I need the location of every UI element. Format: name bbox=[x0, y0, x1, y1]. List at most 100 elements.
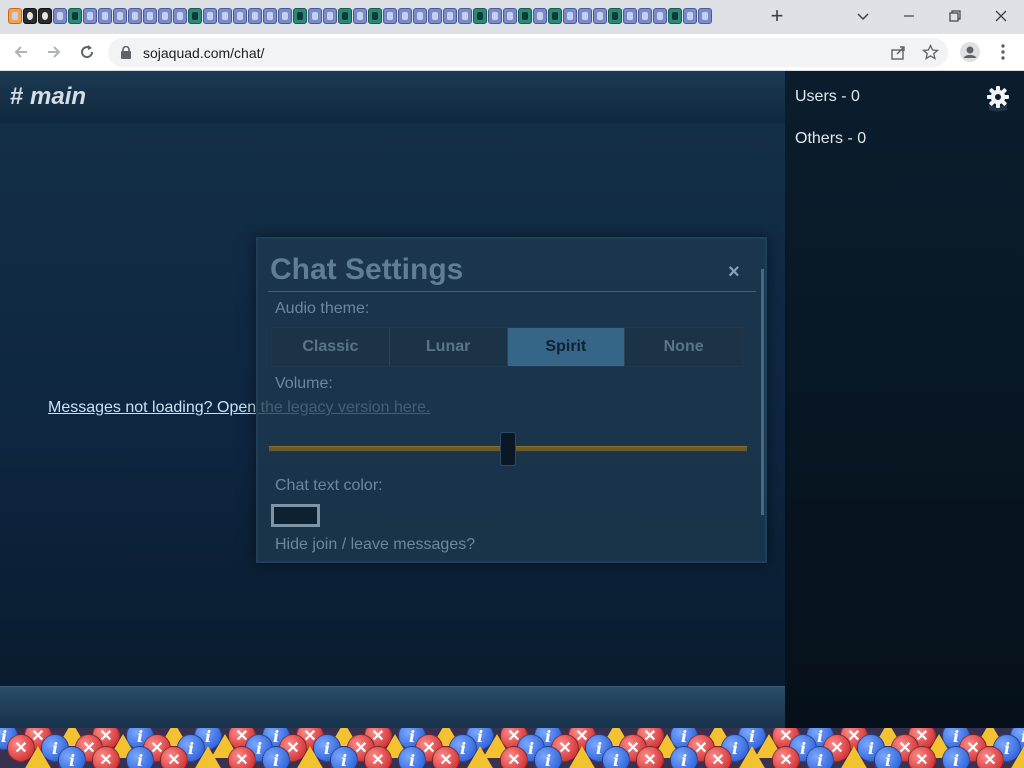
tab-favicon[interactable] bbox=[683, 8, 697, 24]
info-icon: i bbox=[806, 746, 834, 768]
address-bar[interactable]: sojaquad.com/chat/ bbox=[108, 38, 948, 67]
text-color-picker[interactable] bbox=[271, 504, 320, 527]
tab-favicon[interactable] bbox=[668, 8, 682, 24]
tab-favicon[interactable] bbox=[248, 8, 262, 24]
channel-name: main bbox=[30, 83, 87, 110]
tab-favicon[interactable] bbox=[8, 8, 22, 24]
info-icon: i bbox=[942, 746, 970, 768]
tab-favicon[interactable] bbox=[278, 8, 292, 24]
share-icon[interactable] bbox=[890, 44, 907, 61]
audio-theme-lunar[interactable]: Lunar bbox=[389, 328, 508, 366]
tab-favicon[interactable] bbox=[383, 8, 397, 24]
error-icon: ✕ bbox=[160, 746, 188, 768]
tab-favicon[interactable] bbox=[593, 8, 607, 24]
audio-theme-none[interactable]: None bbox=[625, 328, 742, 366]
tab-favicon[interactable] bbox=[368, 8, 382, 24]
tab-favicon[interactable] bbox=[218, 8, 232, 24]
back-button[interactable] bbox=[8, 39, 34, 65]
channel-title: # main bbox=[10, 83, 86, 111]
tab-favicon[interactable] bbox=[128, 8, 142, 24]
tab-favicon[interactable] bbox=[53, 8, 67, 24]
tab-favicon[interactable] bbox=[83, 8, 97, 24]
tab-favicon[interactable] bbox=[413, 8, 427, 24]
tab-favicon[interactable] bbox=[638, 8, 652, 24]
tab-favicon[interactable] bbox=[353, 8, 367, 24]
star-icon[interactable] bbox=[922, 44, 939, 61]
close-window-button[interactable] bbox=[978, 2, 1024, 30]
tab-favicon[interactable] bbox=[68, 8, 82, 24]
error-icon: ✕ bbox=[228, 746, 256, 768]
tab-favicon[interactable] bbox=[578, 8, 592, 24]
tab-favicon[interactable] bbox=[398, 8, 412, 24]
tab-favicon[interactable] bbox=[308, 8, 322, 24]
forward-icon bbox=[48, 46, 61, 58]
tab-favicon[interactable] bbox=[548, 8, 562, 24]
tab-favicon[interactable] bbox=[518, 8, 532, 24]
tab-favicon[interactable] bbox=[323, 8, 337, 24]
tab-favicon[interactable] bbox=[158, 8, 172, 24]
tab-favicon[interactable] bbox=[98, 8, 112, 24]
tab-favicon[interactable] bbox=[503, 8, 517, 24]
tab-favicon[interactable] bbox=[263, 8, 277, 24]
error-icon: ✕ bbox=[976, 746, 1004, 768]
error-icon: ✕ bbox=[704, 746, 732, 768]
users-count: Users - 0 bbox=[795, 88, 860, 105]
tab-favicon[interactable] bbox=[38, 8, 52, 24]
modal-scrollbar[interactable] bbox=[761, 269, 764, 515]
warning-icon bbox=[466, 746, 494, 768]
browser-toolbar: sojaquad.com/chat/ bbox=[0, 34, 1024, 71]
url-text[interactable]: sojaquad.com/chat/ bbox=[143, 45, 264, 61]
tab-favicon[interactable] bbox=[473, 8, 487, 24]
info-icon: i bbox=[670, 746, 698, 768]
tab-favicon[interactable] bbox=[488, 8, 502, 24]
tab-favicon-row[interactable] bbox=[8, 8, 728, 26]
reload-button[interactable] bbox=[74, 39, 100, 65]
tab-favicon[interactable] bbox=[203, 8, 217, 24]
tab-favicon[interactable] bbox=[188, 8, 202, 24]
browser-menu-button[interactable] bbox=[990, 39, 1016, 65]
volume-label: Volume: bbox=[275, 375, 333, 392]
tab-favicon[interactable] bbox=[428, 8, 442, 24]
restore-button[interactable] bbox=[932, 2, 978, 30]
user-list-sidebar: Users - 0 Others - 0 bbox=[785, 71, 1024, 728]
profile-icon bbox=[960, 42, 980, 62]
tab-favicon[interactable] bbox=[533, 8, 547, 24]
minimize-button[interactable] bbox=[886, 2, 932, 30]
menu-icon bbox=[1001, 44, 1005, 60]
modal-close-button[interactable]: × bbox=[728, 261, 740, 284]
profile-button[interactable] bbox=[957, 39, 983, 65]
info-icon: i bbox=[262, 746, 290, 768]
tab-favicon[interactable] bbox=[623, 8, 637, 24]
tab-search-button[interactable] bbox=[840, 2, 886, 30]
forward-button[interactable] bbox=[41, 39, 67, 65]
tab-favicon[interactable] bbox=[653, 8, 667, 24]
tab-favicon[interactable] bbox=[338, 8, 352, 24]
volume-slider-thumb[interactable] bbox=[500, 432, 516, 466]
tab-favicon[interactable] bbox=[173, 8, 187, 24]
tab-favicon[interactable] bbox=[23, 8, 37, 24]
gear-icon[interactable] bbox=[983, 83, 1013, 113]
chat-page: # main Messages not loading? Open the le… bbox=[0, 71, 1024, 728]
tab-favicon[interactable] bbox=[563, 8, 577, 24]
modal-title: Chat Settings bbox=[270, 253, 464, 286]
error-icon: ✕ bbox=[500, 746, 528, 768]
info-icon: i bbox=[874, 746, 902, 768]
audio-theme-spirit[interactable]: Spirit bbox=[507, 328, 626, 366]
message-input-bar[interactable] bbox=[0, 686, 785, 728]
lock-icon[interactable] bbox=[120, 46, 132, 59]
tab-favicon[interactable] bbox=[293, 8, 307, 24]
minimize-icon bbox=[904, 15, 914, 17]
tab-favicon[interactable] bbox=[458, 8, 472, 24]
tab-favicon[interactable] bbox=[443, 8, 457, 24]
tab-favicon[interactable] bbox=[143, 8, 157, 24]
tab-favicon[interactable] bbox=[113, 8, 127, 24]
tab-favicon[interactable] bbox=[608, 8, 622, 24]
audio-theme-classic[interactable]: Classic bbox=[272, 328, 390, 366]
text-color-label: Chat text color: bbox=[275, 477, 383, 494]
new-tab-button[interactable]: + bbox=[766, 4, 788, 28]
tab-favicon[interactable] bbox=[233, 8, 247, 24]
tab-favicon[interactable] bbox=[698, 8, 712, 24]
browser-tab-strip: + bbox=[0, 0, 1024, 34]
chat-settings-modal: Chat Settings × Audio theme: Classic Lun… bbox=[256, 237, 767, 563]
info-icon: i bbox=[534, 746, 562, 768]
